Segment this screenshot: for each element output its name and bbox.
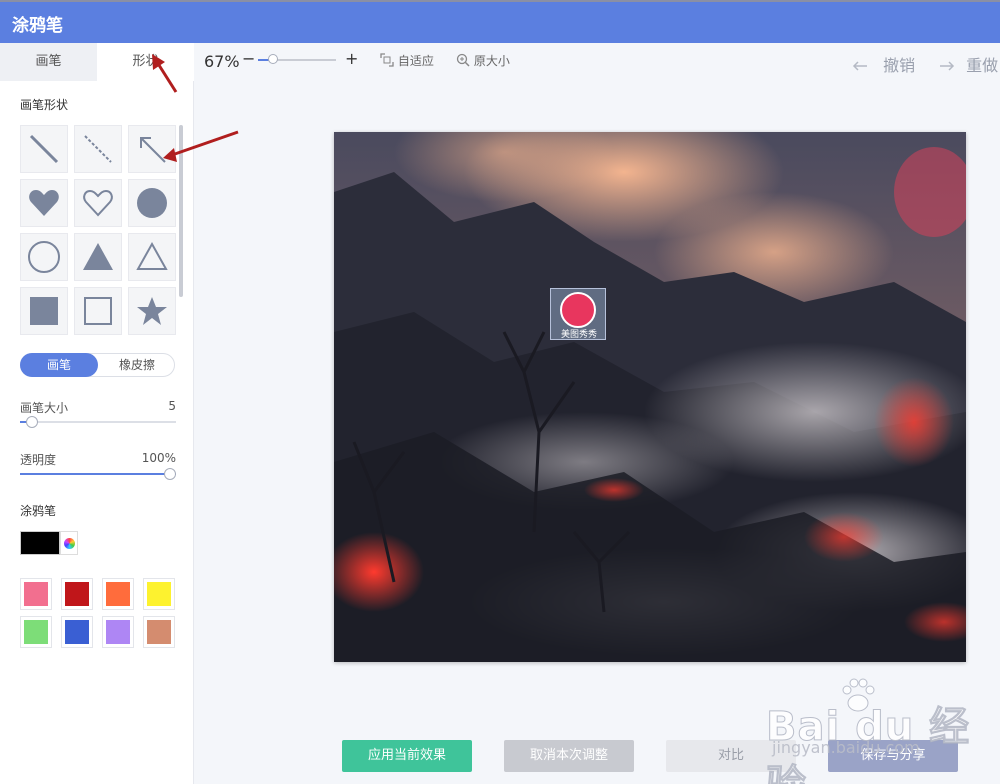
- opacity-knob[interactable]: [164, 468, 176, 480]
- brush-size-slider[interactable]: [20, 416, 176, 428]
- arrow-icon: [140, 137, 166, 163]
- shape-section-heading: 画笔形状: [20, 98, 69, 112]
- undo-arrow-icon: [852, 61, 867, 71]
- opacity-row: 透明度 100%: [20, 451, 176, 480]
- original-size-label: 原大小: [473, 54, 510, 68]
- fit-label: 自适应: [397, 54, 434, 68]
- circle-icon: [137, 188, 167, 218]
- swatch-color: [65, 582, 89, 606]
- color-swatch[interactable]: [61, 616, 93, 648]
- original-size-button[interactable]: 原大小: [456, 52, 510, 69]
- tab-shape[interactable]: 形状: [97, 43, 194, 81]
- heart-icon: [29, 190, 59, 216]
- zoom-out-button[interactable]: −: [242, 49, 255, 68]
- sidebar: 画笔 形状 画笔形状 画笔 橡皮擦 画笔大小 5 透明度 100% 涂鸦笔: [0, 43, 194, 784]
- undo-button[interactable]: 撤销: [852, 52, 915, 76]
- square-outline-icon: [84, 297, 112, 325]
- sidebar-tabs: 画笔 形状: [0, 43, 194, 81]
- shape-triangle-outline[interactable]: [128, 233, 176, 281]
- brush-size-value: 5: [168, 399, 176, 413]
- mode-brush-button[interactable]: 画笔: [20, 353, 98, 377]
- volcanic-landscape-image: [334, 132, 966, 662]
- color-swatch[interactable]: [102, 578, 134, 610]
- zoom-percent: 67%: [204, 52, 240, 71]
- zoom-in-button[interactable]: +: [345, 49, 358, 68]
- swatch-color: [24, 620, 48, 644]
- dashed-line-icon: [84, 135, 112, 163]
- magnifier-icon: [456, 53, 470, 67]
- mode-toggle: 画笔 橡皮擦: [20, 353, 175, 377]
- cancel-adjust-button[interactable]: 取消本次调整: [504, 740, 634, 772]
- triangle-icon: [83, 243, 113, 270]
- image-canvas[interactable]: [334, 132, 966, 662]
- tab-brush[interactable]: 画笔: [0, 43, 97, 81]
- color-swatch[interactable]: [61, 578, 93, 610]
- shape-scrollbar[interactable]: [179, 125, 183, 339]
- fit-icon: [380, 53, 394, 67]
- meitu-app-icon: [560, 292, 596, 328]
- brush-size-label: 画笔大小: [20, 401, 69, 415]
- opacity-value: 100%: [141, 451, 176, 465]
- swatch-color: [65, 620, 89, 644]
- undo-label: 撤销: [883, 56, 916, 75]
- apply-effect-button[interactable]: 应用当前效果: [342, 740, 472, 772]
- shape-heart[interactable]: [20, 179, 68, 227]
- swatch-color: [147, 582, 171, 606]
- brush-size-row: 画笔大小 5: [20, 399, 176, 428]
- shape-square[interactable]: [20, 287, 68, 335]
- swatch-color: [147, 620, 171, 644]
- shape-square-outline[interactable]: [74, 287, 122, 335]
- color-swatch[interactable]: [143, 578, 175, 610]
- swatch-color: [106, 620, 130, 644]
- shape-triangle[interactable]: [74, 233, 122, 281]
- shape-scrollbar-thumb[interactable]: [179, 125, 183, 297]
- color-swatch[interactable]: [102, 616, 134, 648]
- color-swatch[interactable]: [20, 616, 52, 648]
- current-color[interactable]: [20, 531, 60, 555]
- zoom-knob[interactable]: [268, 54, 278, 64]
- circle-outline-icon: [28, 241, 60, 273]
- color-swatch[interactable]: [20, 578, 52, 610]
- line-icon: [29, 134, 59, 164]
- redo-arrow-icon: [940, 61, 955, 71]
- shape-line[interactable]: [20, 125, 68, 173]
- desktop-app-icon[interactable]: 美图秀秀: [550, 288, 606, 340]
- brush-size-knob[interactable]: [26, 416, 38, 428]
- opacity-slider[interactable]: [20, 468, 176, 480]
- shape-arrow[interactable]: [128, 125, 176, 173]
- triangle-outline-icon: [136, 241, 168, 270]
- star-icon: [137, 297, 167, 325]
- color-swatch[interactable]: [143, 616, 175, 648]
- square-icon: [30, 297, 58, 325]
- watermark-url: jingyan.baidu.com: [772, 738, 920, 757]
- shape-circle-outline[interactable]: [20, 233, 68, 281]
- shape-heart-outline[interactable]: [74, 179, 122, 227]
- zoom-slider[interactable]: [258, 54, 336, 64]
- shape-star[interactable]: [128, 287, 176, 335]
- app-title: 涂鸦笔: [12, 16, 63, 36]
- fit-button[interactable]: 自适应: [380, 52, 434, 69]
- heart-outline-icon: [83, 189, 113, 217]
- swatch-color: [106, 582, 130, 606]
- shape-grid: [20, 125, 180, 339]
- title-bar: 涂鸦笔: [0, 0, 1000, 43]
- redo-label: 重做: [966, 56, 999, 75]
- opacity-fill: [20, 473, 176, 475]
- color-section-label: 涂鸦笔: [20, 504, 57, 518]
- shape-circle[interactable]: [128, 179, 176, 227]
- desktop-app-label: 美图秀秀: [560, 330, 597, 340]
- color-picker-button[interactable]: [60, 531, 78, 555]
- shape-dashed-line[interactable]: [74, 125, 122, 173]
- swatch-color: [24, 582, 48, 606]
- opacity-label: 透明度: [20, 453, 57, 467]
- redo-button[interactable]: 重做: [939, 52, 998, 76]
- baidu-watermark: Bai du 经验 jingyan.baidu.com: [766, 676, 998, 784]
- mode-eraser-button[interactable]: 橡皮擦: [98, 353, 176, 377]
- color-wheel-icon: [63, 537, 75, 549]
